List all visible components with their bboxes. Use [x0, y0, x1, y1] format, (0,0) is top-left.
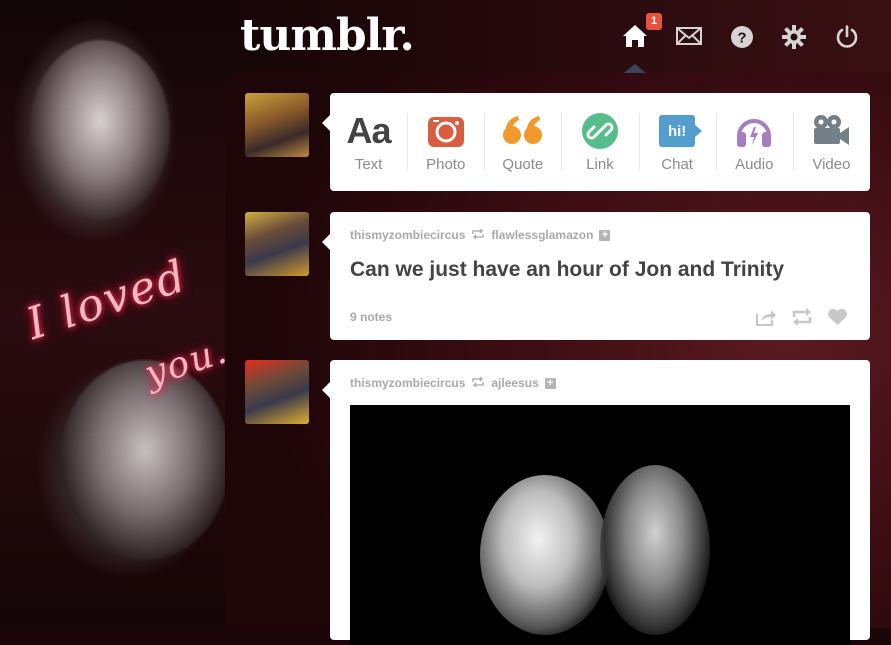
- new-link-post-button[interactable]: Link: [561, 93, 638, 191]
- heart-icon[interactable]: [827, 308, 848, 326]
- new-chat-post-button[interactable]: hi! Chat: [638, 93, 716, 191]
- reblog-arrow-icon: [471, 376, 485, 390]
- quote-icon: [502, 111, 544, 151]
- photo-figure-right: [600, 465, 710, 635]
- post-author-link[interactable]: thismyzombiecircus: [350, 376, 465, 390]
- camera-icon: [427, 111, 465, 151]
- post-header: thismyzombiecircus flawlessglamazon +: [350, 228, 611, 242]
- new-quote-post-button[interactable]: Quote: [484, 93, 561, 191]
- envelope-icon[interactable]: [676, 26, 704, 54]
- post-title: Can we just have an hour of Jon and Trin…: [350, 258, 785, 281]
- post-header: thismyzombiecircus ajleesus +: [350, 376, 556, 390]
- notification-badge: 1: [646, 13, 662, 30]
- notes-count[interactable]: 9 notes: [350, 310, 392, 324]
- post-type-label: Quote: [502, 156, 544, 173]
- background-portrait-bottom: [60, 360, 230, 560]
- new-post-toolbar: Aa Text Photo Quote Link hi! Chat Audio …: [322, 93, 870, 191]
- post-type-label: Audio: [735, 156, 774, 173]
- post-photo[interactable]: [350, 405, 850, 645]
- user-avatar[interactable]: [245, 93, 309, 157]
- gear-icon[interactable]: [782, 25, 810, 53]
- follow-plus-icon[interactable]: +: [544, 377, 556, 389]
- post-type-label: Link: [586, 156, 614, 173]
- help-icon[interactable]: ?: [730, 25, 758, 53]
- reblogged-from-link[interactable]: ajleesus: [491, 376, 538, 390]
- link-icon: [581, 111, 618, 151]
- post-author-avatar[interactable]: [245, 212, 309, 276]
- post-author-link[interactable]: thismyzombiecircus: [350, 228, 465, 242]
- post-type-label: Video: [812, 156, 851, 173]
- reblogged-from-link[interactable]: flawlessglamazon: [491, 228, 593, 242]
- headphones-icon: [735, 111, 773, 151]
- text-icon: Aa: [346, 110, 392, 151]
- photo-figure-left: [480, 475, 610, 635]
- post-type-label: Chat: [661, 156, 693, 173]
- new-text-post-button[interactable]: Aa Text: [330, 93, 407, 191]
- background-portrait-top: [30, 40, 170, 220]
- new-video-post-button[interactable]: Video: [792, 93, 870, 191]
- video-camera-icon: [812, 111, 850, 151]
- reblog-arrow-icon: [471, 228, 485, 242]
- dashboard-post: thismyzombiecircus ajleesus +: [322, 360, 870, 645]
- svg-text:?: ?: [737, 30, 746, 47]
- active-nav-caret: [624, 64, 646, 73]
- tumblr-logo[interactable]: tumblr.: [240, 10, 415, 61]
- new-audio-post-button[interactable]: Audio: [715, 93, 793, 191]
- post-type-label: Text: [354, 156, 383, 173]
- new-photo-post-button[interactable]: Photo: [407, 93, 484, 191]
- post-actions: [755, 308, 848, 326]
- chat-icon: hi!: [659, 111, 703, 151]
- dashboard-post: thismyzombiecircus flawlessglamazon + Ca…: [322, 212, 870, 340]
- reblog-icon[interactable]: [791, 308, 813, 326]
- post-author-avatar[interactable]: [245, 360, 309, 424]
- power-icon[interactable]: [835, 25, 863, 53]
- post-type-label: Photo: [426, 156, 466, 173]
- follow-plus-icon[interactable]: +: [599, 229, 611, 241]
- share-icon[interactable]: [755, 308, 777, 326]
